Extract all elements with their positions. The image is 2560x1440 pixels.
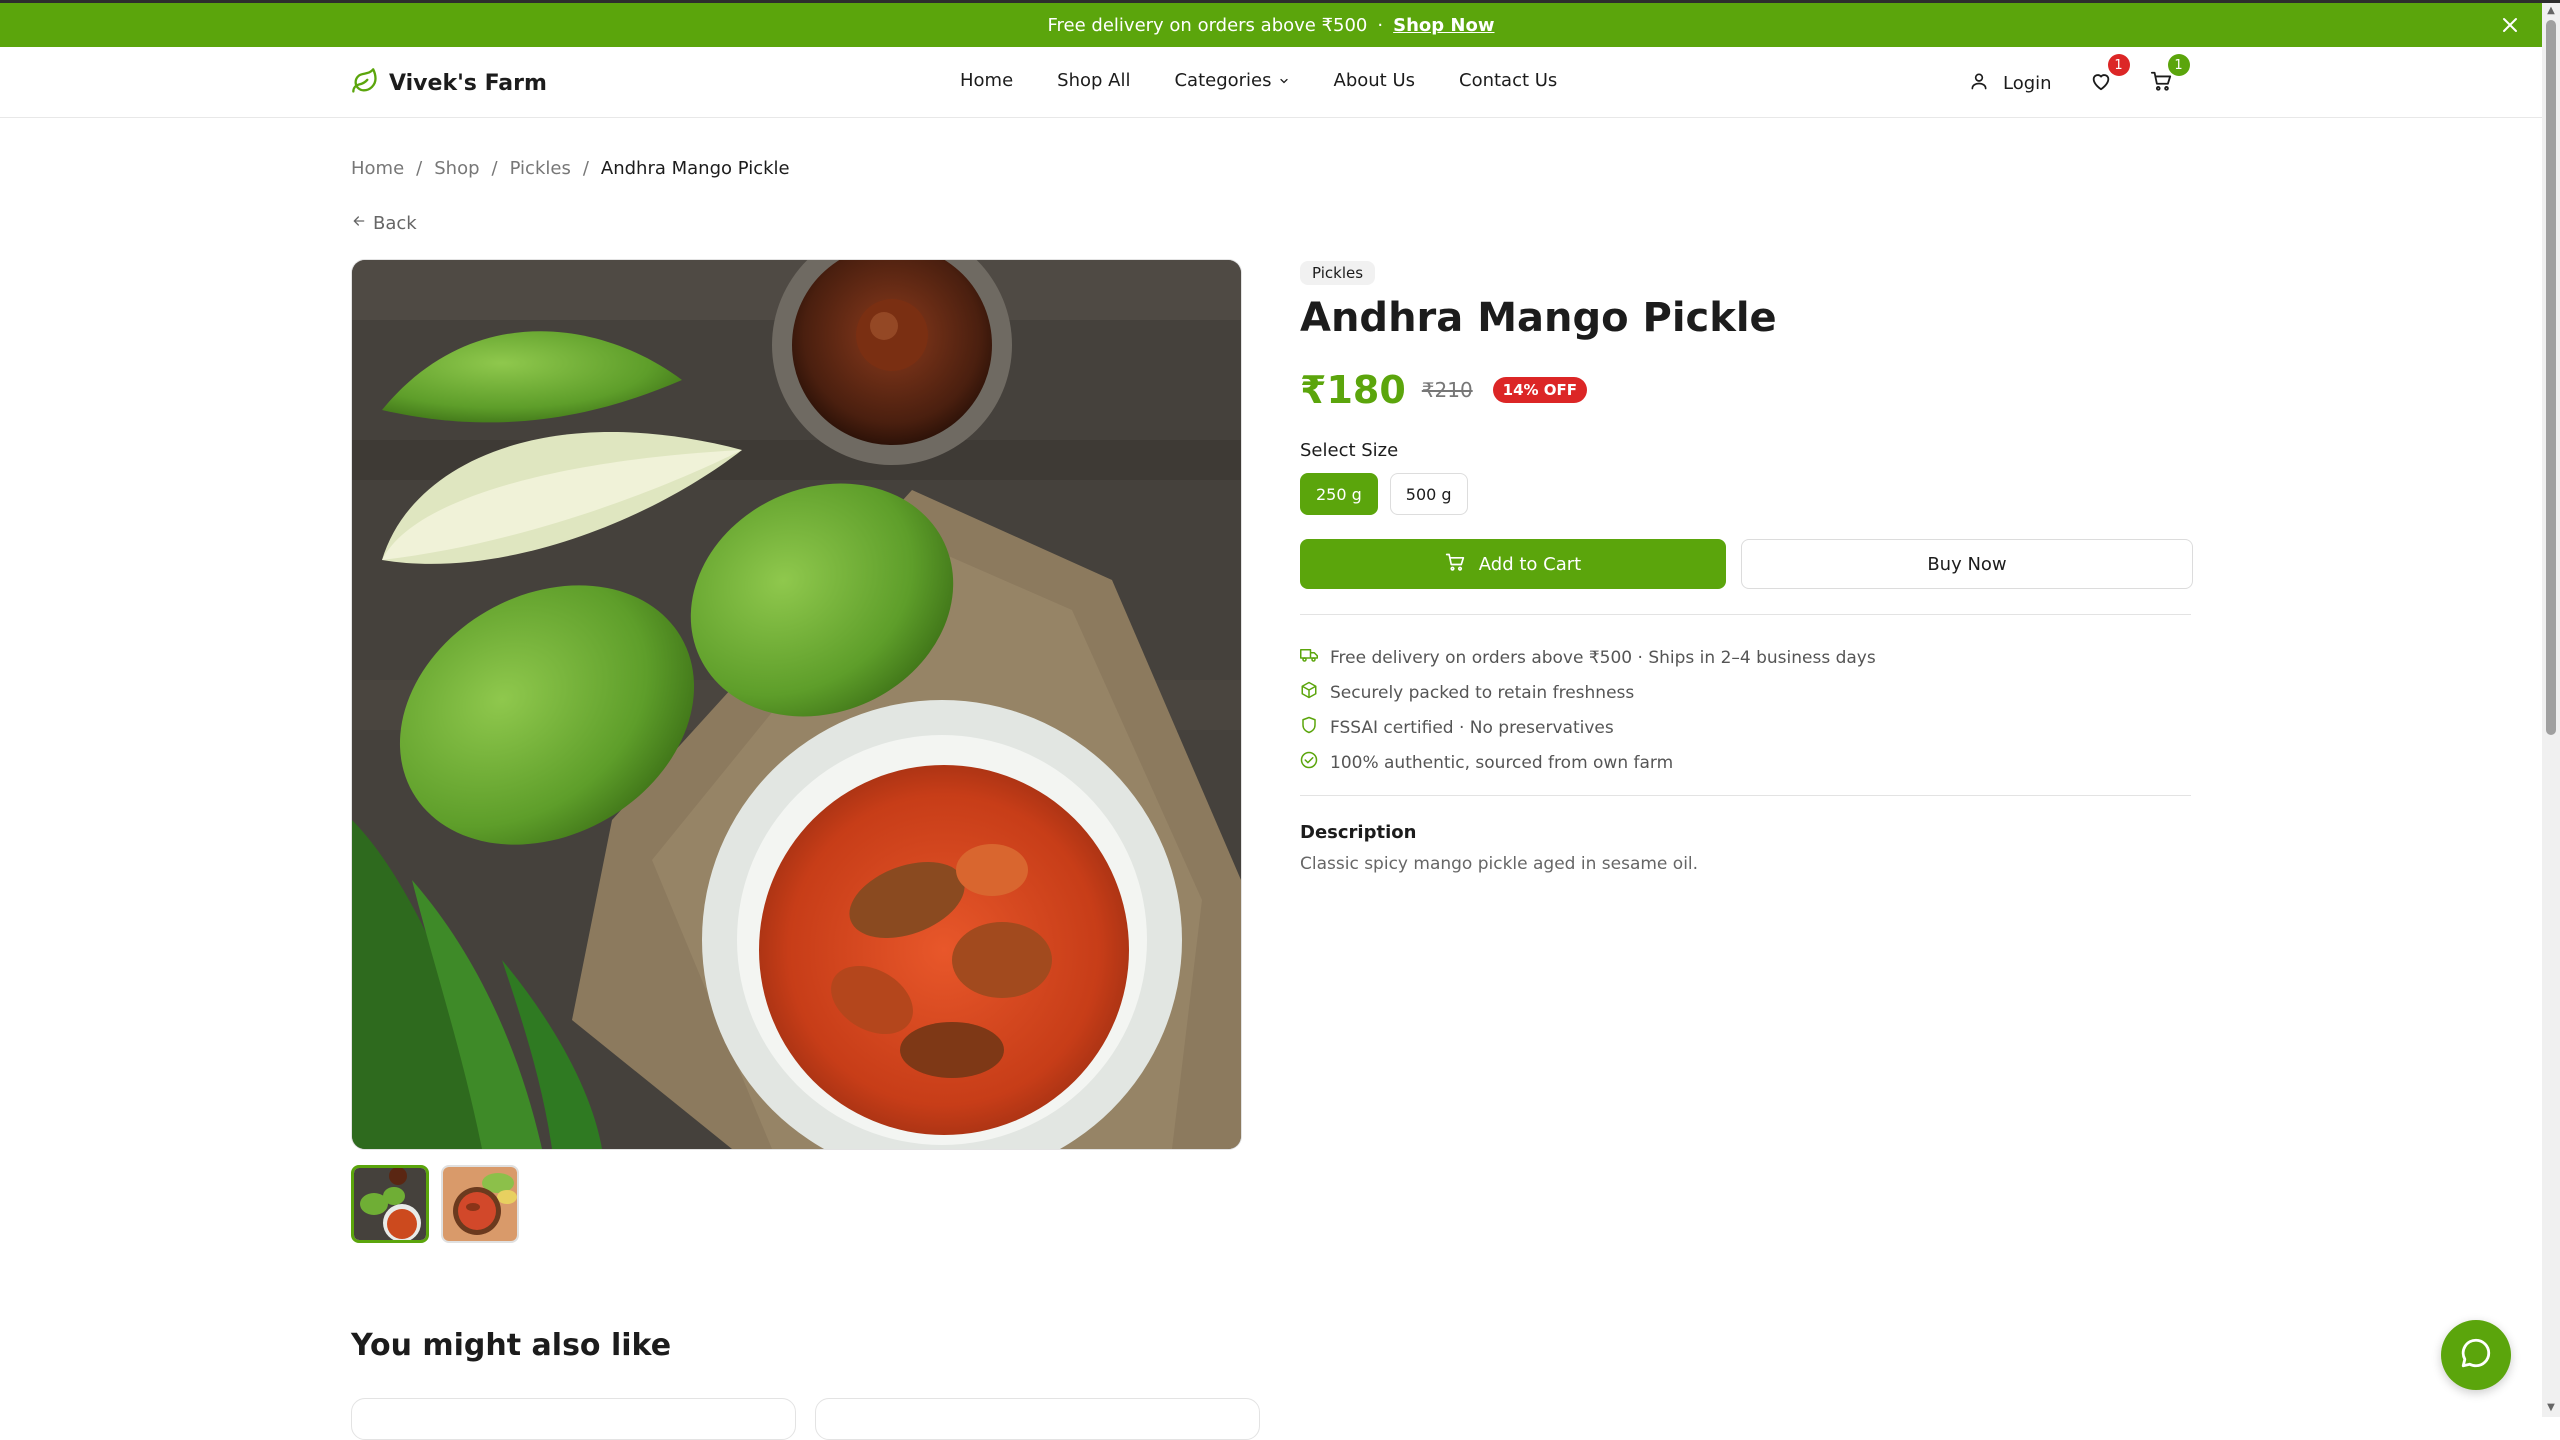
brand-name: Vivek's Farm xyxy=(389,70,547,96)
add-to-cart-label: Add to Cart xyxy=(1478,553,1582,575)
discount-badge: 14% OFF xyxy=(1492,377,1588,403)
header-actions: Login 1 1 xyxy=(1969,54,2190,98)
announcement-text: Free delivery on orders above ₹500 xyxy=(1047,14,1368,36)
nav-shop-all[interactable]: Shop All xyxy=(1057,70,1130,91)
feature-text: Securely packed to retain freshness xyxy=(1330,682,1635,703)
breadcrumb-separator: / xyxy=(491,158,498,179)
size-option-250g[interactable]: 250 g xyxy=(1300,473,1378,515)
feature-text: 100% authentic, sourced from own farm xyxy=(1330,752,1674,773)
announcement-separator: · xyxy=(1377,14,1384,36)
cart-button[interactable]: 1 xyxy=(2146,54,2190,98)
breadcrumb-home[interactable]: Home xyxy=(351,158,404,179)
package-icon xyxy=(1300,681,1318,704)
nav-home[interactable]: Home xyxy=(960,70,1013,91)
nav-contact-us[interactable]: Contact Us xyxy=(1459,70,1557,91)
divider xyxy=(1300,614,2191,615)
chat-button[interactable] xyxy=(2441,1320,2511,1390)
feature-text: FSSAI certified · No preservatives xyxy=(1330,717,1614,738)
shield-icon xyxy=(1300,716,1318,739)
feature-list: Free delivery on orders above ₹500 · Shi… xyxy=(1300,640,1876,780)
related-heading: You might also like xyxy=(351,1328,672,1363)
chevron-down-icon xyxy=(1278,75,1290,87)
thumbnail-strip xyxy=(351,1165,519,1243)
breadcrumb: Home / Shop / Pickles / Andhra Mango Pic… xyxy=(351,158,790,179)
feature-item: Free delivery on orders above ₹500 · Shi… xyxy=(1300,640,1876,675)
chat-bubble-icon xyxy=(2459,1336,2493,1374)
announcement-bar: Free delivery on orders above ₹500 · Sho… xyxy=(0,3,2542,47)
main-nav: Home Shop All Categories About Us Contac… xyxy=(960,70,1557,91)
back-label: Back xyxy=(373,213,417,234)
feature-item: 100% authentic, sourced from own farm xyxy=(1300,745,1876,780)
scroll-up-icon[interactable]: ▲ xyxy=(2546,6,2556,16)
scroll-down-icon[interactable]: ▼ xyxy=(2546,1403,2556,1413)
description-heading: Description xyxy=(1300,822,1417,843)
breadcrumb-shop[interactable]: Shop xyxy=(434,158,479,179)
thumbnail-2-image xyxy=(443,1167,517,1241)
cart-icon xyxy=(1445,552,1465,577)
feature-item: Securely packed to retain freshness xyxy=(1300,675,1876,710)
wishlist-count-badge: 1 xyxy=(2107,54,2130,76)
thumbnail-1-image xyxy=(354,1168,426,1240)
nav-categories-label: Categories xyxy=(1174,70,1272,91)
site-header: Vivek's Farm Home Shop All Categories Ab… xyxy=(0,47,2542,118)
mango-pickle-photo xyxy=(352,260,1241,1149)
thumbnail-1[interactable] xyxy=(351,1165,429,1243)
price-row: ₹180 ₹210 14% OFF xyxy=(1300,368,1588,412)
wishlist-button[interactable]: 1 xyxy=(2086,54,2130,98)
shop-now-link[interactable]: Shop Now xyxy=(1393,15,1494,36)
back-button[interactable]: Back xyxy=(351,213,417,234)
truck-icon xyxy=(1300,646,1318,669)
brand-logo[interactable]: Vivek's Farm xyxy=(351,67,547,99)
description-text: Classic spicy mango pickle aged in sesam… xyxy=(1300,854,1699,874)
login-button[interactable]: Login xyxy=(1969,71,2052,96)
breadcrumb-separator: / xyxy=(582,158,589,179)
breadcrumb-current: Andhra Mango Pickle xyxy=(600,158,790,179)
related-product-card[interactable] xyxy=(351,1398,796,1440)
feature-item: FSSAI certified · No preservatives xyxy=(1300,710,1876,745)
divider xyxy=(1300,795,2191,796)
user-icon xyxy=(1969,71,1989,96)
buy-now-button[interactable]: Buy Now xyxy=(1741,539,2193,589)
size-label: Select Size xyxy=(1300,440,1399,461)
size-option-500g[interactable]: 500 g xyxy=(1389,473,1468,515)
thumbnail-2[interactable] xyxy=(441,1165,519,1243)
arrow-left-icon xyxy=(351,213,367,234)
current-price: ₹180 xyxy=(1300,368,1406,412)
category-tag: Pickles xyxy=(1300,261,1376,285)
close-icon[interactable] xyxy=(2498,13,2522,37)
related-product-card[interactable] xyxy=(815,1398,1260,1440)
breadcrumb-pickles[interactable]: Pickles xyxy=(510,158,571,179)
nav-categories[interactable]: Categories xyxy=(1174,70,1289,91)
buy-now-label: Buy Now xyxy=(1927,553,2007,575)
cart-count-badge: 1 xyxy=(2167,54,2190,76)
add-to-cart-button[interactable]: Add to Cart xyxy=(1300,539,1726,589)
leaf-icon xyxy=(351,67,379,99)
check-circle-icon xyxy=(1300,751,1318,774)
product-title: Andhra Mango Pickle xyxy=(1300,295,1777,341)
login-label: Login xyxy=(2003,72,2052,94)
scrollbar-thumb[interactable] xyxy=(2546,20,2556,735)
original-price: ₹210 xyxy=(1421,378,1473,402)
nav-about-us[interactable]: About Us xyxy=(1334,70,1416,91)
size-options: 250 g 500 g xyxy=(1300,473,1468,515)
feature-text: Free delivery on orders above ₹500 · Shi… xyxy=(1330,647,1876,668)
product-main-image xyxy=(351,259,1242,1150)
heart-icon xyxy=(2090,70,2112,96)
cart-icon xyxy=(2150,70,2172,96)
breadcrumb-separator: / xyxy=(416,158,423,179)
